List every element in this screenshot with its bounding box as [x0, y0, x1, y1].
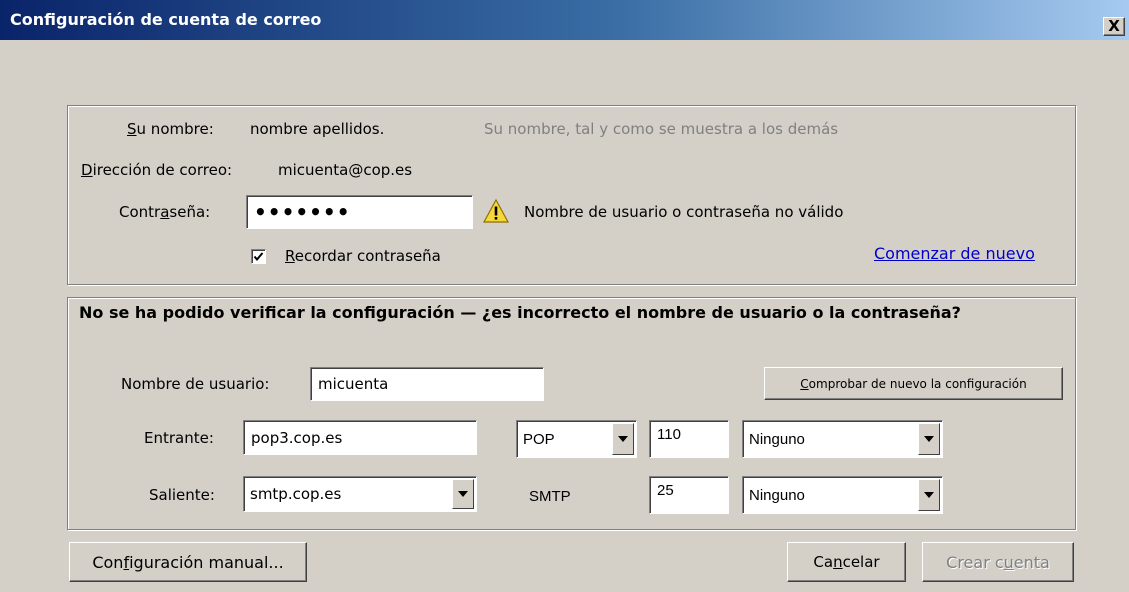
dialog-body: Su nombre: nombre apellidos. Su nombre, … [0, 40, 1129, 592]
incoming-server-field[interactable]: pop3.cop.es [243, 420, 477, 455]
chevron-down-icon[interactable] [452, 479, 474, 509]
name-value: nombre apellidos. [250, 120, 385, 138]
create-account-button[interactable]: Crear c u enta [922, 542, 1074, 582]
incoming-security-select[interactable]: Ninguno [742, 420, 943, 458]
outgoing-server-value: smtp.cop.es [250, 485, 342, 503]
incoming-server-value: pop3.cop.es [251, 428, 343, 447]
manual-config-button[interactable]: Con f iguración manual... [69, 542, 307, 582]
outgoing-server-select[interactable]: smtp.cop.es [243, 476, 477, 512]
recheck-config-button[interactable]: Comprobar de nuevo la configuración [764, 367, 1063, 400]
chevron-down-icon[interactable] [918, 423, 940, 455]
warning-text: Nombre de usuario o contraseña no válido [524, 203, 844, 221]
outgoing-port-value: 25 [657, 482, 674, 499]
window-title: Configuración de cuenta de correo [10, 10, 322, 29]
checkmark-icon [253, 252, 264, 262]
incoming-port-field[interactable]: 110 [649, 420, 729, 458]
title-bar[interactable]: Configuración de cuenta de correo X [0, 0, 1129, 40]
username-value: micuenta [318, 375, 389, 393]
outgoing-security-value: Ninguno [749, 486, 805, 504]
start-over-link[interactable]: Comenzar de nuevo [874, 244, 1035, 263]
chevron-down-icon[interactable] [918, 479, 940, 511]
remember-password-checkbox[interactable] [251, 249, 266, 264]
outgoing-label: Saliente: [149, 486, 215, 504]
email-label: Dirección de correo: [81, 161, 233, 179]
username-label: Nombre de usuario: [121, 375, 270, 393]
outgoing-protocol-value: SMTP [529, 488, 571, 505]
outgoing-port-field[interactable]: 25 [649, 476, 729, 514]
incoming-protocol-select[interactable]: POP [516, 420, 637, 458]
close-button[interactable]: X [1103, 17, 1125, 36]
username-field[interactable]: micuenta [310, 367, 544, 401]
warning-icon [482, 198, 510, 227]
password-field[interactable]: ••••••• [246, 195, 473, 229]
name-label: Su nombre: [127, 120, 214, 138]
password-value: ••••••• [254, 200, 351, 224]
incoming-security-value: Ninguno [749, 430, 805, 448]
close-icon: X [1108, 17, 1120, 35]
password-label: Contraseña: [119, 203, 211, 221]
incoming-label: Entrante: [144, 429, 214, 447]
incoming-port-value: 110 [657, 426, 681, 443]
config-heading: No se ha podido verificar la configuraci… [79, 303, 961, 322]
incoming-protocol-value: POP [523, 430, 555, 448]
email-value: micuenta@cop.es [278, 161, 413, 179]
chevron-down-icon[interactable] [612, 423, 634, 455]
outgoing-security-select[interactable]: Ninguno [742, 476, 943, 514]
name-hint: Su nombre, tal y como se muestra a los d… [484, 120, 839, 138]
remember-password-label[interactable]: Recordar contraseña [285, 247, 441, 265]
cancel-button[interactable]: Ca n celar [787, 542, 906, 582]
